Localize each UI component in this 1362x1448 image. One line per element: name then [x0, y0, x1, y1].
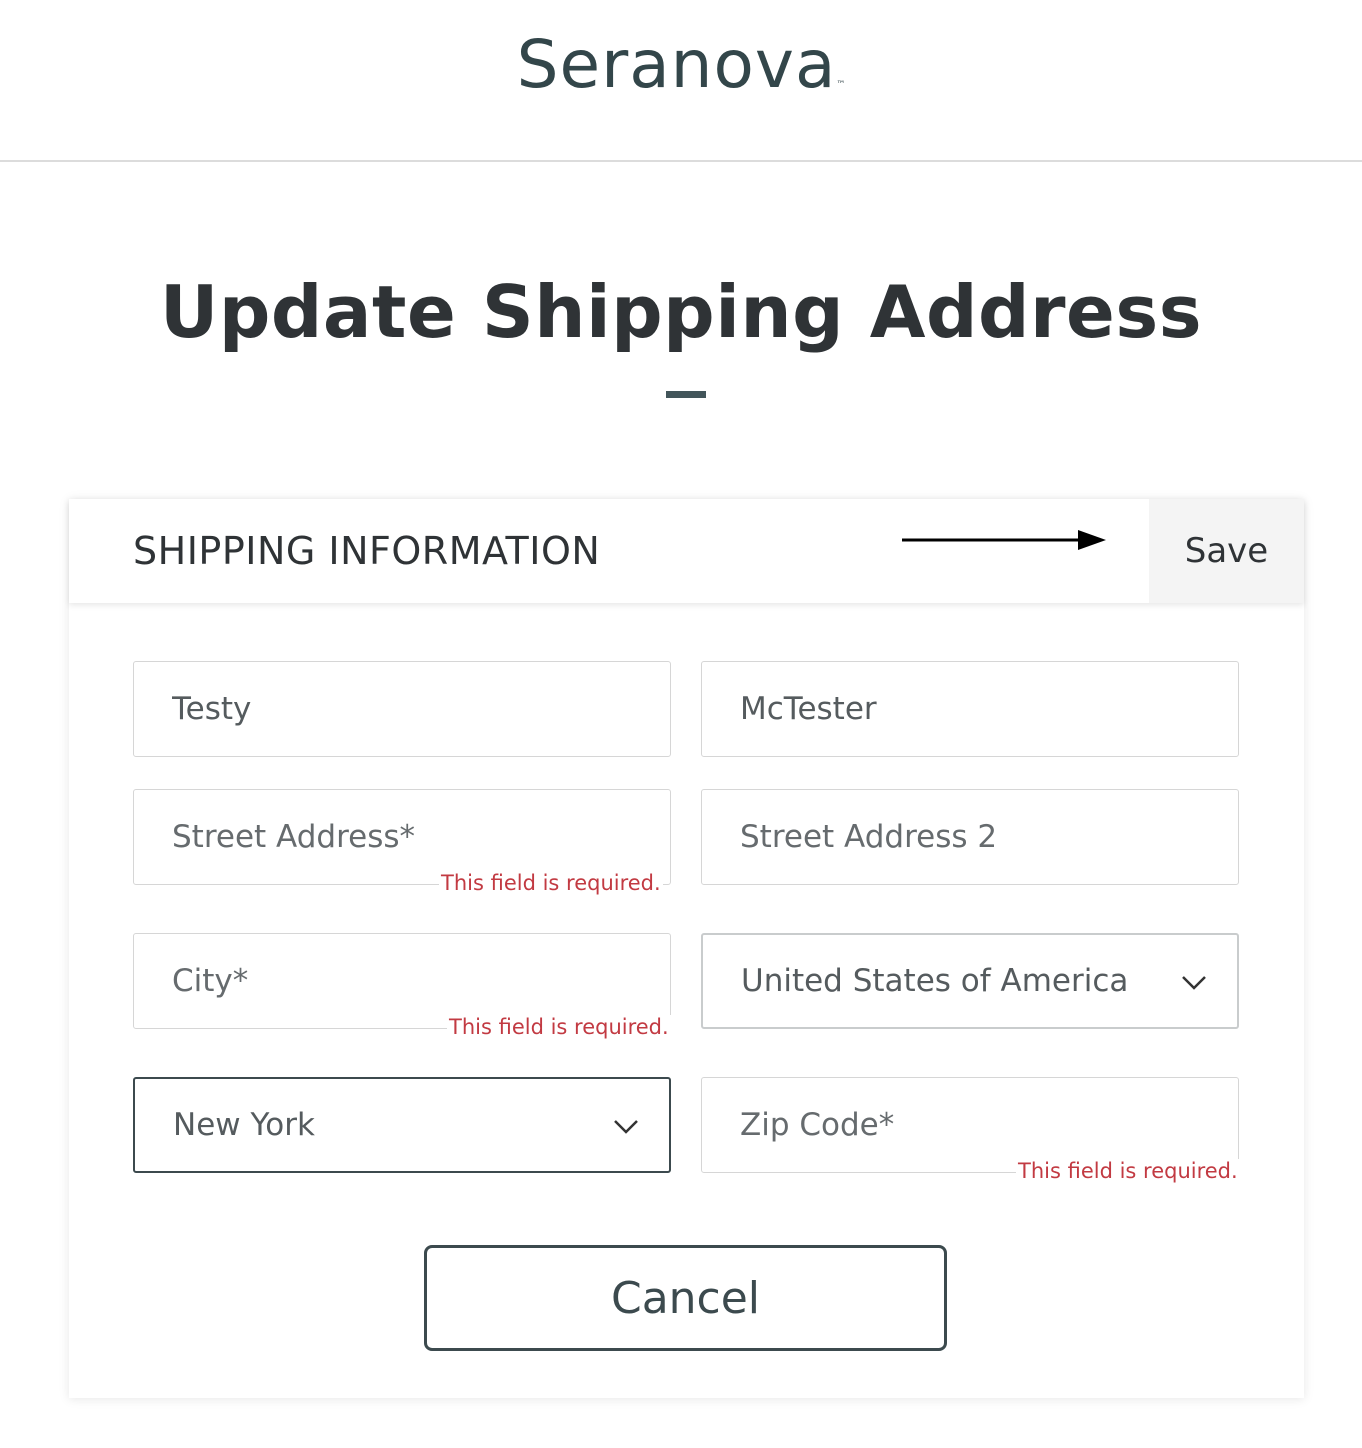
- state-selected-value: New York: [173, 1107, 315, 1143]
- country-select[interactable]: United States of America: [701, 933, 1239, 1029]
- site-header: Seranova™: [0, 0, 1362, 162]
- cancel-button[interactable]: Cancel: [424, 1245, 947, 1351]
- shipping-card: SHIPPING INFORMATION Save This field is …: [69, 499, 1304, 1398]
- state-select[interactable]: New York: [133, 1077, 671, 1173]
- card-header: SHIPPING INFORMATION Save: [69, 499, 1304, 603]
- chevron-down-icon: [1182, 976, 1206, 990]
- page-title: Update Shipping Address: [159, 270, 1203, 354]
- title-underline: [666, 391, 706, 398]
- brand-logo[interactable]: Seranova™: [0, 26, 1362, 103]
- street-address-error: This field is required.: [439, 871, 663, 895]
- last-name-input[interactable]: [702, 662, 1238, 756]
- street-address-input[interactable]: [134, 790, 670, 884]
- street-address-2-field: [701, 789, 1239, 885]
- zip-code-input[interactable]: [702, 1078, 1238, 1172]
- country-selected-value: United States of America: [741, 963, 1129, 999]
- chevron-down-icon: [614, 1120, 638, 1134]
- last-name-field: [701, 661, 1239, 757]
- first-name-input[interactable]: [134, 662, 670, 756]
- city-input[interactable]: [134, 934, 670, 1028]
- first-name-field: [133, 661, 671, 757]
- card-title: SHIPPING INFORMATION: [133, 529, 601, 573]
- street-address-2-input[interactable]: [702, 790, 1238, 884]
- brand-name: Seranova: [516, 26, 837, 103]
- right-arrow-icon: [902, 530, 1106, 550]
- zip-code-error: This field is required.: [1016, 1159, 1240, 1183]
- save-button[interactable]: Save: [1149, 499, 1304, 603]
- trademark-symbol: ™: [836, 80, 846, 90]
- city-error: This field is required.: [447, 1015, 671, 1039]
